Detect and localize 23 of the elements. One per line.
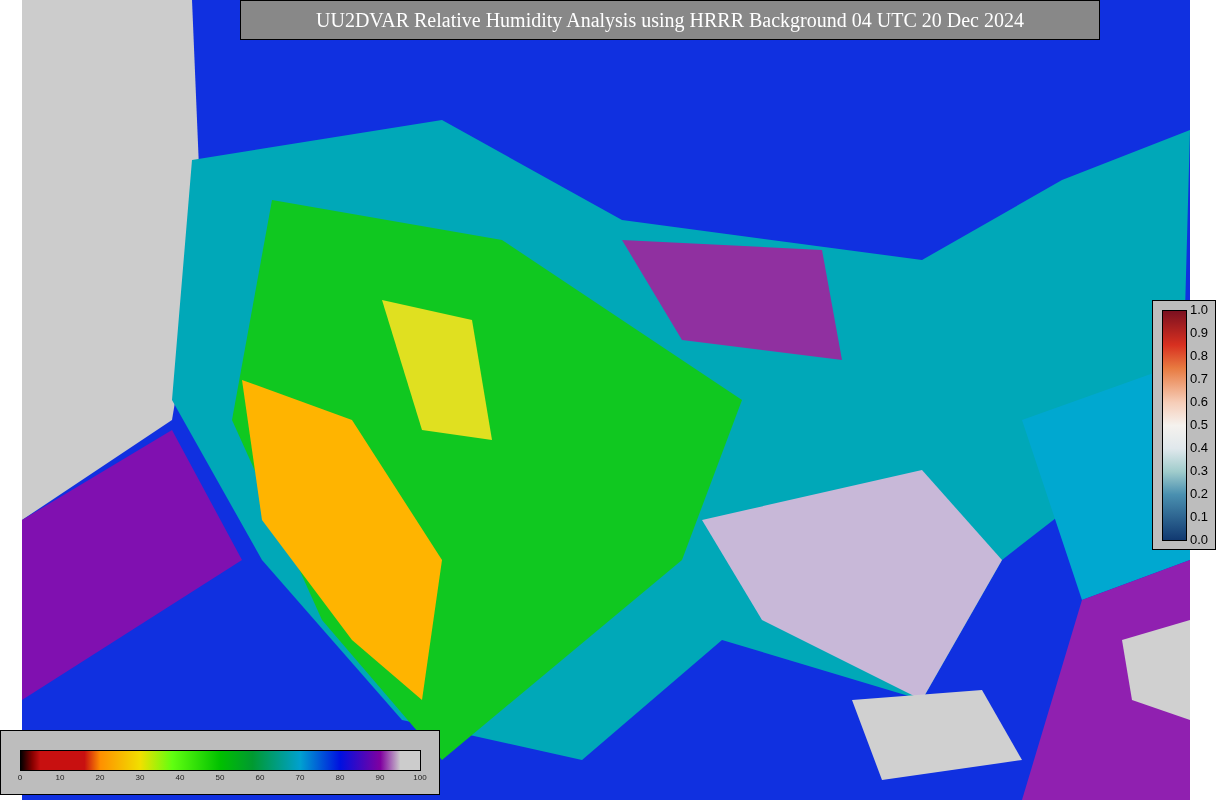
tick-label: 0.6 bbox=[1190, 395, 1209, 409]
map-title: UU2DVAR Relative Humidity Analysis using HRRR Background 04 UTC 20 Dec 2024 bbox=[240, 0, 1100, 40]
tick-label: 70 bbox=[295, 772, 305, 784]
tick-label: 60 bbox=[255, 772, 265, 784]
tick-label: 1.0 bbox=[1190, 303, 1209, 317]
tick-label: 50 bbox=[215, 772, 225, 784]
tick-label: 10 bbox=[55, 772, 65, 784]
tick-label: 0.1 bbox=[1190, 510, 1209, 524]
tick-label: 80 bbox=[335, 772, 345, 784]
tick-label: 0.9 bbox=[1190, 326, 1209, 340]
tick-label: 0.8 bbox=[1190, 349, 1209, 363]
tick-label: 90 bbox=[375, 772, 385, 784]
tick-label: 20 bbox=[95, 772, 105, 784]
tick-label: 30 bbox=[135, 772, 145, 784]
tick-label: 0.0 bbox=[1190, 533, 1209, 547]
tick-label: 40 bbox=[175, 772, 185, 784]
tick-label: 0 bbox=[17, 772, 23, 784]
tick-label: 100 bbox=[413, 772, 427, 784]
tick-label: 0.4 bbox=[1190, 441, 1209, 455]
tick-label: 0.5 bbox=[1190, 418, 1209, 432]
tick-label: 0.3 bbox=[1190, 464, 1209, 478]
tick-label: 0.7 bbox=[1190, 372, 1209, 386]
tick-label: 0.2 bbox=[1190, 487, 1209, 501]
